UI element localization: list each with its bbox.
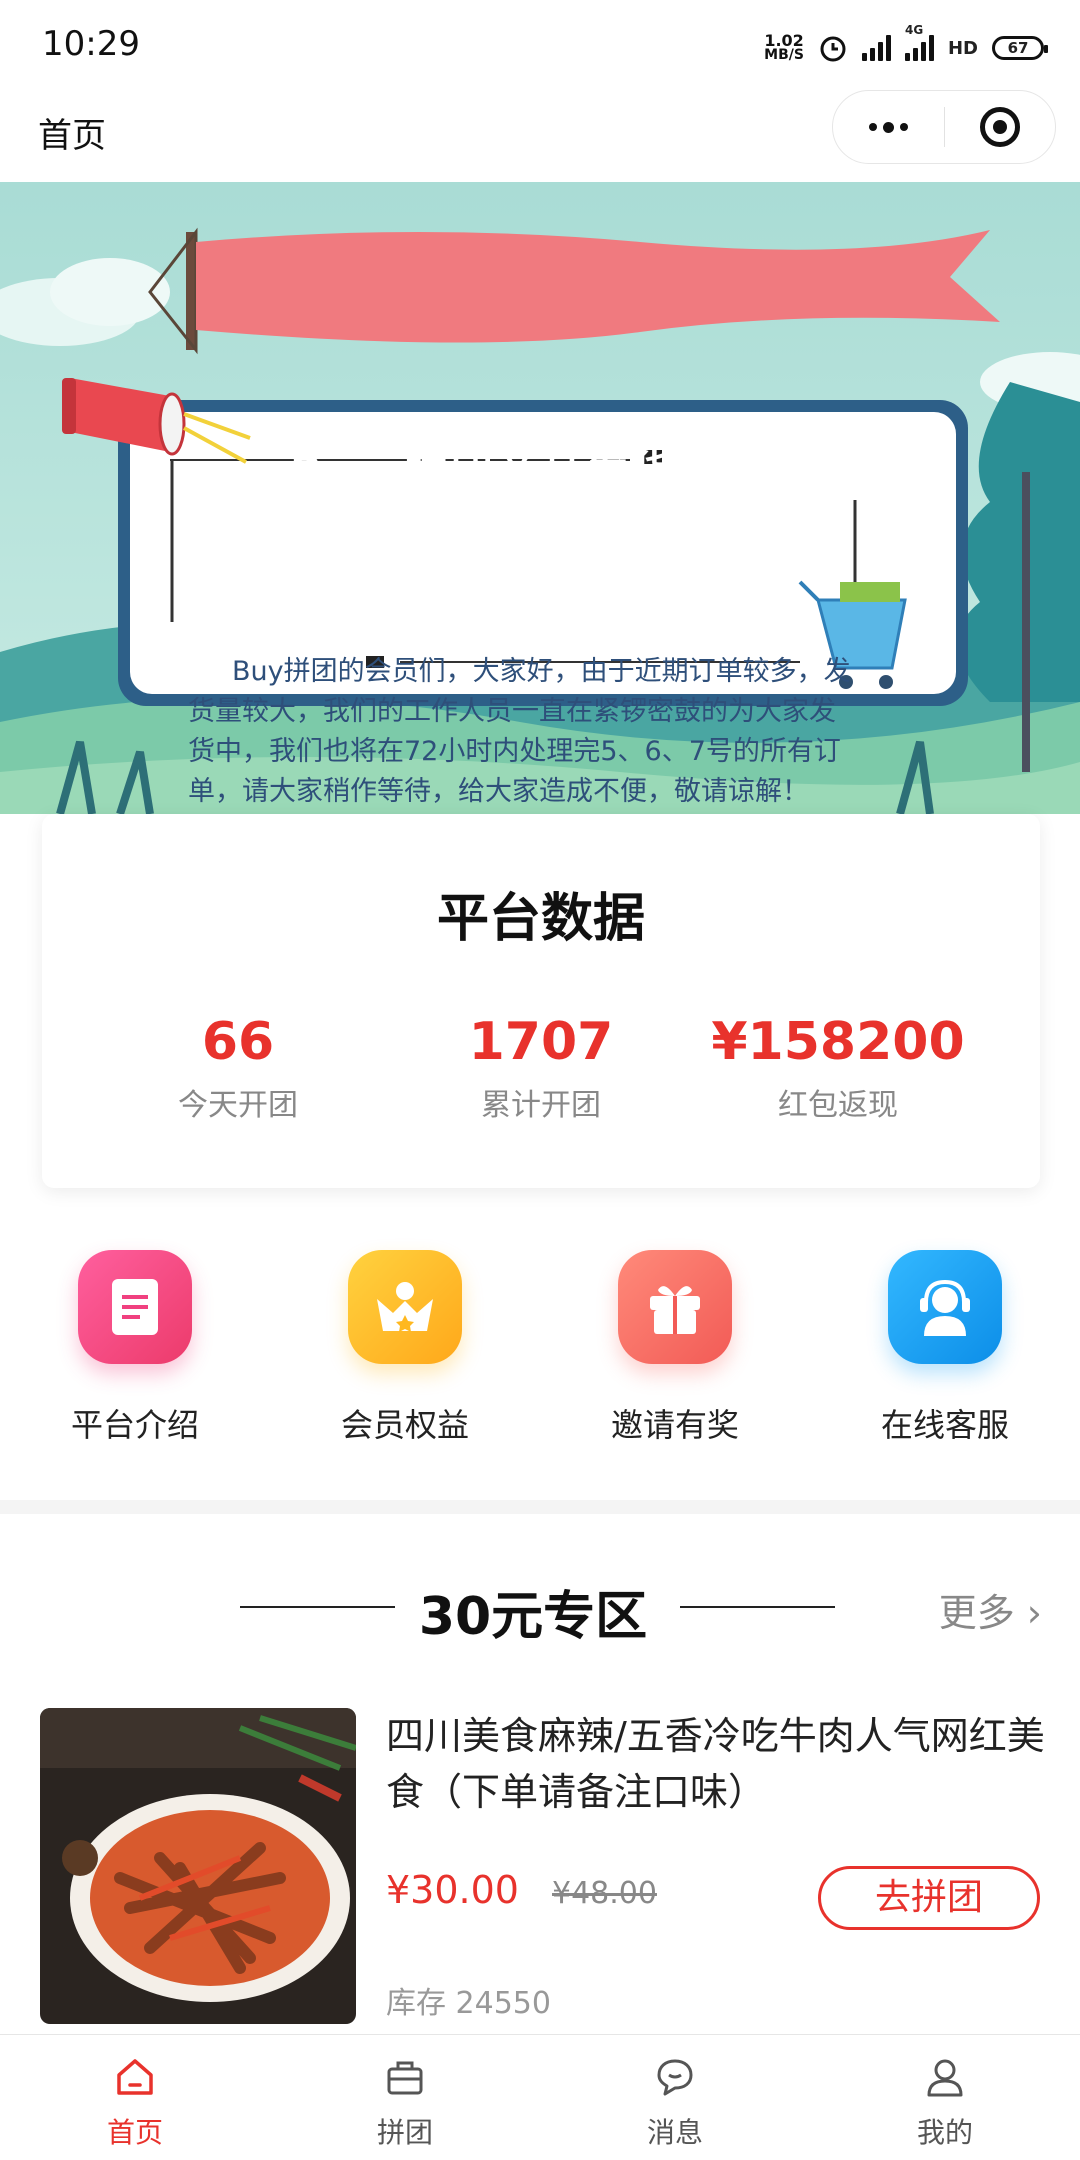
menu-platform-intro[interactable]: 平台介绍 xyxy=(0,1250,270,1446)
menu-member-benefits[interactable]: 会员权益 xyxy=(270,1250,540,1446)
banner-carousel[interactable]: Buy 拼团商品发货通知 Buy拼团的会员们，大家好，由于近期订单较多，发货量较… xyxy=(0,182,1080,814)
tab-label: 首页 xyxy=(106,2116,163,2149)
bag-icon xyxy=(387,2061,423,2095)
more-label: 更多 xyxy=(938,1591,1015,1635)
network-speed: 1.02 MB/S xyxy=(764,33,804,63)
close-button[interactable] xyxy=(945,91,1056,163)
stat-label: 累计开团 xyxy=(481,1088,601,1123)
stat-label: 今天开团 xyxy=(178,1088,298,1123)
menu-online-support[interactable]: 在线客服 xyxy=(810,1250,1080,1446)
section-header: 30元专区 更多 › xyxy=(0,1568,1080,1648)
tab-messages[interactable]: 消息 xyxy=(540,2055,810,2151)
title-decor-line-right xyxy=(680,1606,835,1608)
product-name: 四川美食麻辣/五香冷吃牛肉人气网红美食（下单请备注口味） xyxy=(386,1714,1045,1814)
chevron-right-icon: › xyxy=(1014,1591,1042,1635)
alarm-icon xyxy=(820,36,846,62)
tab-label: 拼团 xyxy=(376,2116,433,2149)
tab-group-buy[interactable]: 拼团 xyxy=(270,2055,540,2151)
network-speed-unit: MB/S xyxy=(764,47,804,63)
section-divider xyxy=(0,1500,1080,1514)
menu-label: 会员权益 xyxy=(340,1406,469,1444)
screen: 10:29 1.02 MB/S 4G HD 67 首页 Buy 拼团商品发货通知… xyxy=(0,0,1080,2160)
menu-invite-reward[interactable]: 邀请有奖 xyxy=(540,1250,810,1446)
quick-menu: 平台介绍 会员权益 邀请有奖 在线客服 xyxy=(0,1250,1080,1470)
tab-mine[interactable]: 我的 xyxy=(810,2055,1080,2151)
stats-title: 平台数据 xyxy=(436,889,645,949)
page-title: 首页 xyxy=(38,116,106,156)
product-price: ¥30.00 xyxy=(386,1868,519,1912)
stat-cashback: ¥158200 红包返现 xyxy=(688,1012,988,1124)
battery-icon: 67 xyxy=(992,36,1048,60)
bottom-tab-bar: 首页 拼团 消息 我的 xyxy=(0,2034,1080,2160)
menu-label: 邀请有奖 xyxy=(610,1406,739,1444)
stat-label: 红包返现 xyxy=(778,1088,898,1123)
stat-total-groups: 1707 累计开团 xyxy=(391,1012,691,1124)
status-icons: 1.02 MB/S 4G HD 67 xyxy=(764,23,1048,68)
stat-value: ¥158200 xyxy=(711,1012,965,1072)
nav-bar: 首页 xyxy=(0,90,1080,182)
more-dots-icon xyxy=(868,121,908,133)
network-speed-value: 1.02 xyxy=(764,31,804,50)
network-type: 4G xyxy=(904,23,924,37)
menu-label: 平台介绍 xyxy=(70,1406,199,1444)
crown-icon xyxy=(348,1250,462,1364)
product-card[interactable]: 四川美食麻辣/五香冷吃牛肉人气网红美食（下单请备注口味） ¥30.00 ¥48.… xyxy=(40,1708,1045,2028)
tab-label: 消息 xyxy=(646,2116,703,2149)
stat-today-groups: 66 今天开团 xyxy=(88,1012,388,1124)
banner-ribbon-title: Buy 拼团商品发货通知 xyxy=(290,447,766,496)
more-link[interactable]: 更多 › xyxy=(939,1582,1042,1637)
signal-icon xyxy=(861,35,891,61)
product-original-price: ¥48.00 xyxy=(552,1876,657,1911)
home-icon xyxy=(117,2059,153,2095)
headset-icon xyxy=(888,1250,1002,1364)
menu-label: 在线客服 xyxy=(880,1406,1009,1444)
product-stock: 库存 24550 xyxy=(386,1986,551,2021)
target-close-icon xyxy=(979,107,1020,147)
tab-home[interactable]: 首页 xyxy=(0,2055,270,2151)
status-time: 10:29 xyxy=(42,24,140,64)
battery-level: 67 xyxy=(1007,39,1029,57)
status-bar: 10:29 1.02 MB/S 4G HD 67 xyxy=(0,0,1080,90)
platform-stats-card: 平台数据 66 今天开团 1707 累计开团 ¥158200 红包返现 xyxy=(42,814,1040,1188)
join-group-button[interactable]: 去拼团 xyxy=(818,1866,1040,1930)
more-button[interactable] xyxy=(833,91,944,163)
stat-value: 66 xyxy=(201,1012,275,1072)
product-image[interactable] xyxy=(40,1708,356,2024)
document-icon xyxy=(78,1250,192,1364)
tab-label: 我的 xyxy=(916,2116,973,2149)
user-icon xyxy=(927,2059,963,2097)
hd-icon: HD xyxy=(947,37,978,59)
section-title: 30元专区 xyxy=(418,1587,648,1647)
banner-notice-text: Buy拼团的会员们，大家好，由于近期订单较多，发货量较大，我们的工作人员一直在紧… xyxy=(188,656,851,807)
stat-value: 1707 xyxy=(468,1012,614,1072)
mini-program-capsule xyxy=(832,90,1056,164)
chat-icon xyxy=(657,2059,693,2096)
gift-icon xyxy=(618,1250,732,1364)
signal-4g-icon: 4G xyxy=(904,23,934,61)
